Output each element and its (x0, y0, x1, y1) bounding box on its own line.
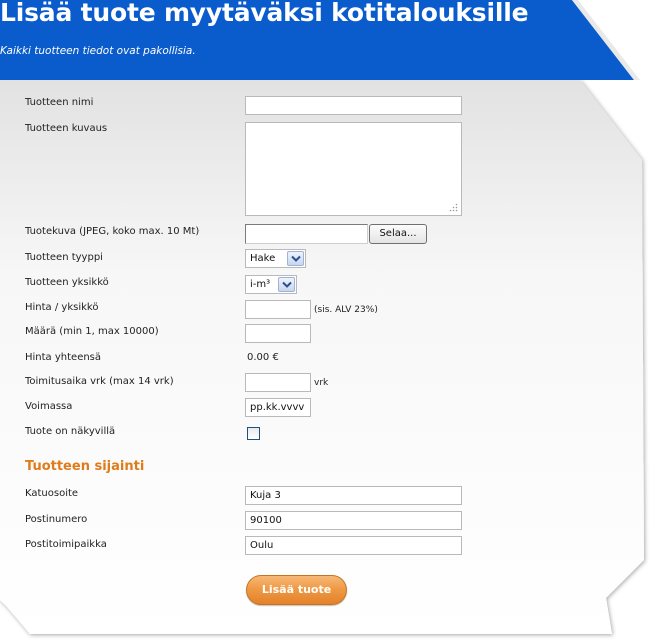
street-input[interactable] (245, 486, 462, 505)
visible-label: Tuote on näkyvillä (25, 426, 116, 437)
type-select-value: Hake (250, 253, 276, 264)
product-form: Tuotteen nimi Tuotteen kuvaus Tuotekuva … (0, 0, 655, 640)
unit-label: Tuotteen yksikkö (25, 277, 109, 288)
form-card: Lisää tuote myytäväksi kotitalouksille K… (0, 0, 655, 640)
quantity-input[interactable] (245, 324, 311, 343)
price-label: Hinta / yksikkö (25, 302, 99, 313)
type-select[interactable]: Hake (245, 249, 306, 268)
image-label: Tuotekuva (JPEG, koko max. 10 Mt) (25, 226, 200, 237)
description-label: Tuotteen kuvaus (25, 123, 108, 134)
valid-date-input[interactable] (245, 398, 311, 417)
city-input[interactable] (245, 536, 462, 555)
visible-checkbox[interactable] (247, 427, 260, 440)
postcode-input[interactable] (245, 511, 462, 530)
delivery-label: Toimitusaika vrk (max 14 vrk) (25, 376, 174, 387)
add-product-button[interactable]: Lisää tuote (246, 575, 347, 605)
unit-select[interactable]: i-m³ (245, 275, 297, 294)
total-label: Hinta yhteensä (25, 352, 102, 363)
product-name-label: Tuotteen nimi (25, 97, 94, 108)
delivery-unit: vrk (314, 378, 329, 388)
valid-label: Voimassa (25, 401, 73, 412)
type-label: Tuotteen tyyppi (25, 252, 103, 263)
description-textarea[interactable] (245, 122, 462, 216)
street-label: Katuosoite (25, 488, 79, 499)
browse-button[interactable]: Selaa... (369, 224, 427, 244)
delivery-input[interactable] (245, 373, 311, 392)
price-input[interactable] (245, 300, 311, 319)
price-vat-note: (sis. ALV 23%) (314, 305, 378, 315)
quantity-label: Määrä (min 1, max 10000) (25, 326, 159, 337)
resize-grip-icon[interactable] (449, 203, 458, 212)
chevron-down-icon[interactable] (278, 277, 295, 292)
total-value: 0.00 € (247, 352, 279, 363)
product-name-input[interactable] (245, 96, 462, 115)
image-file-input[interactable] (245, 224, 368, 244)
unit-select-value: i-m³ (250, 279, 271, 290)
city-label: Postitoimipaikka (25, 539, 107, 550)
chevron-down-icon[interactable] (287, 251, 304, 266)
postcode-label: Postinumero (25, 514, 88, 525)
location-heading: Tuotteen sijainti (25, 459, 145, 474)
